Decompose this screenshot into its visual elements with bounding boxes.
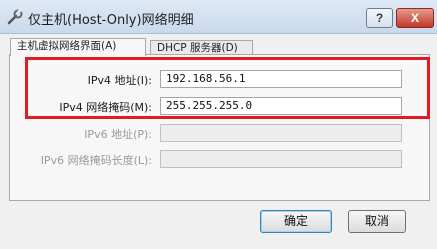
ipv4-address-label: IPv4 地址(I): bbox=[87, 74, 152, 87]
ipv6-address-field bbox=[160, 124, 402, 142]
wrench-icon bbox=[7, 8, 23, 25]
ipv4-mask-label: IPv4 网络掩码(M): bbox=[59, 101, 152, 114]
ipv4-mask-field[interactable]: 255.255.255.0 bbox=[160, 97, 402, 115]
ipv4-address-field[interactable]: 192.168.56.1 bbox=[160, 70, 402, 88]
ok-button[interactable]: 确定 bbox=[260, 210, 332, 233]
ipv6-prefix-field bbox=[160, 150, 402, 168]
title-bar: 仅主机(Host-Only)网络明细 ? X bbox=[0, 0, 437, 34]
window-title: 仅主机(Host-Only)网络明细 bbox=[28, 13, 194, 28]
tab-host-virtual-interface[interactable]: 主机虚拟网络界面(A) bbox=[10, 38, 146, 56]
close-button[interactable]: X bbox=[396, 8, 434, 28]
ipv6-prefix-label: IPv6 网络掩码长度(L): bbox=[40, 154, 152, 167]
cancel-button[interactable]: 取消 bbox=[348, 210, 406, 233]
help-button[interactable]: ? bbox=[366, 8, 393, 28]
ipv6-address-label: IPv6 地址(P): bbox=[84, 128, 152, 141]
